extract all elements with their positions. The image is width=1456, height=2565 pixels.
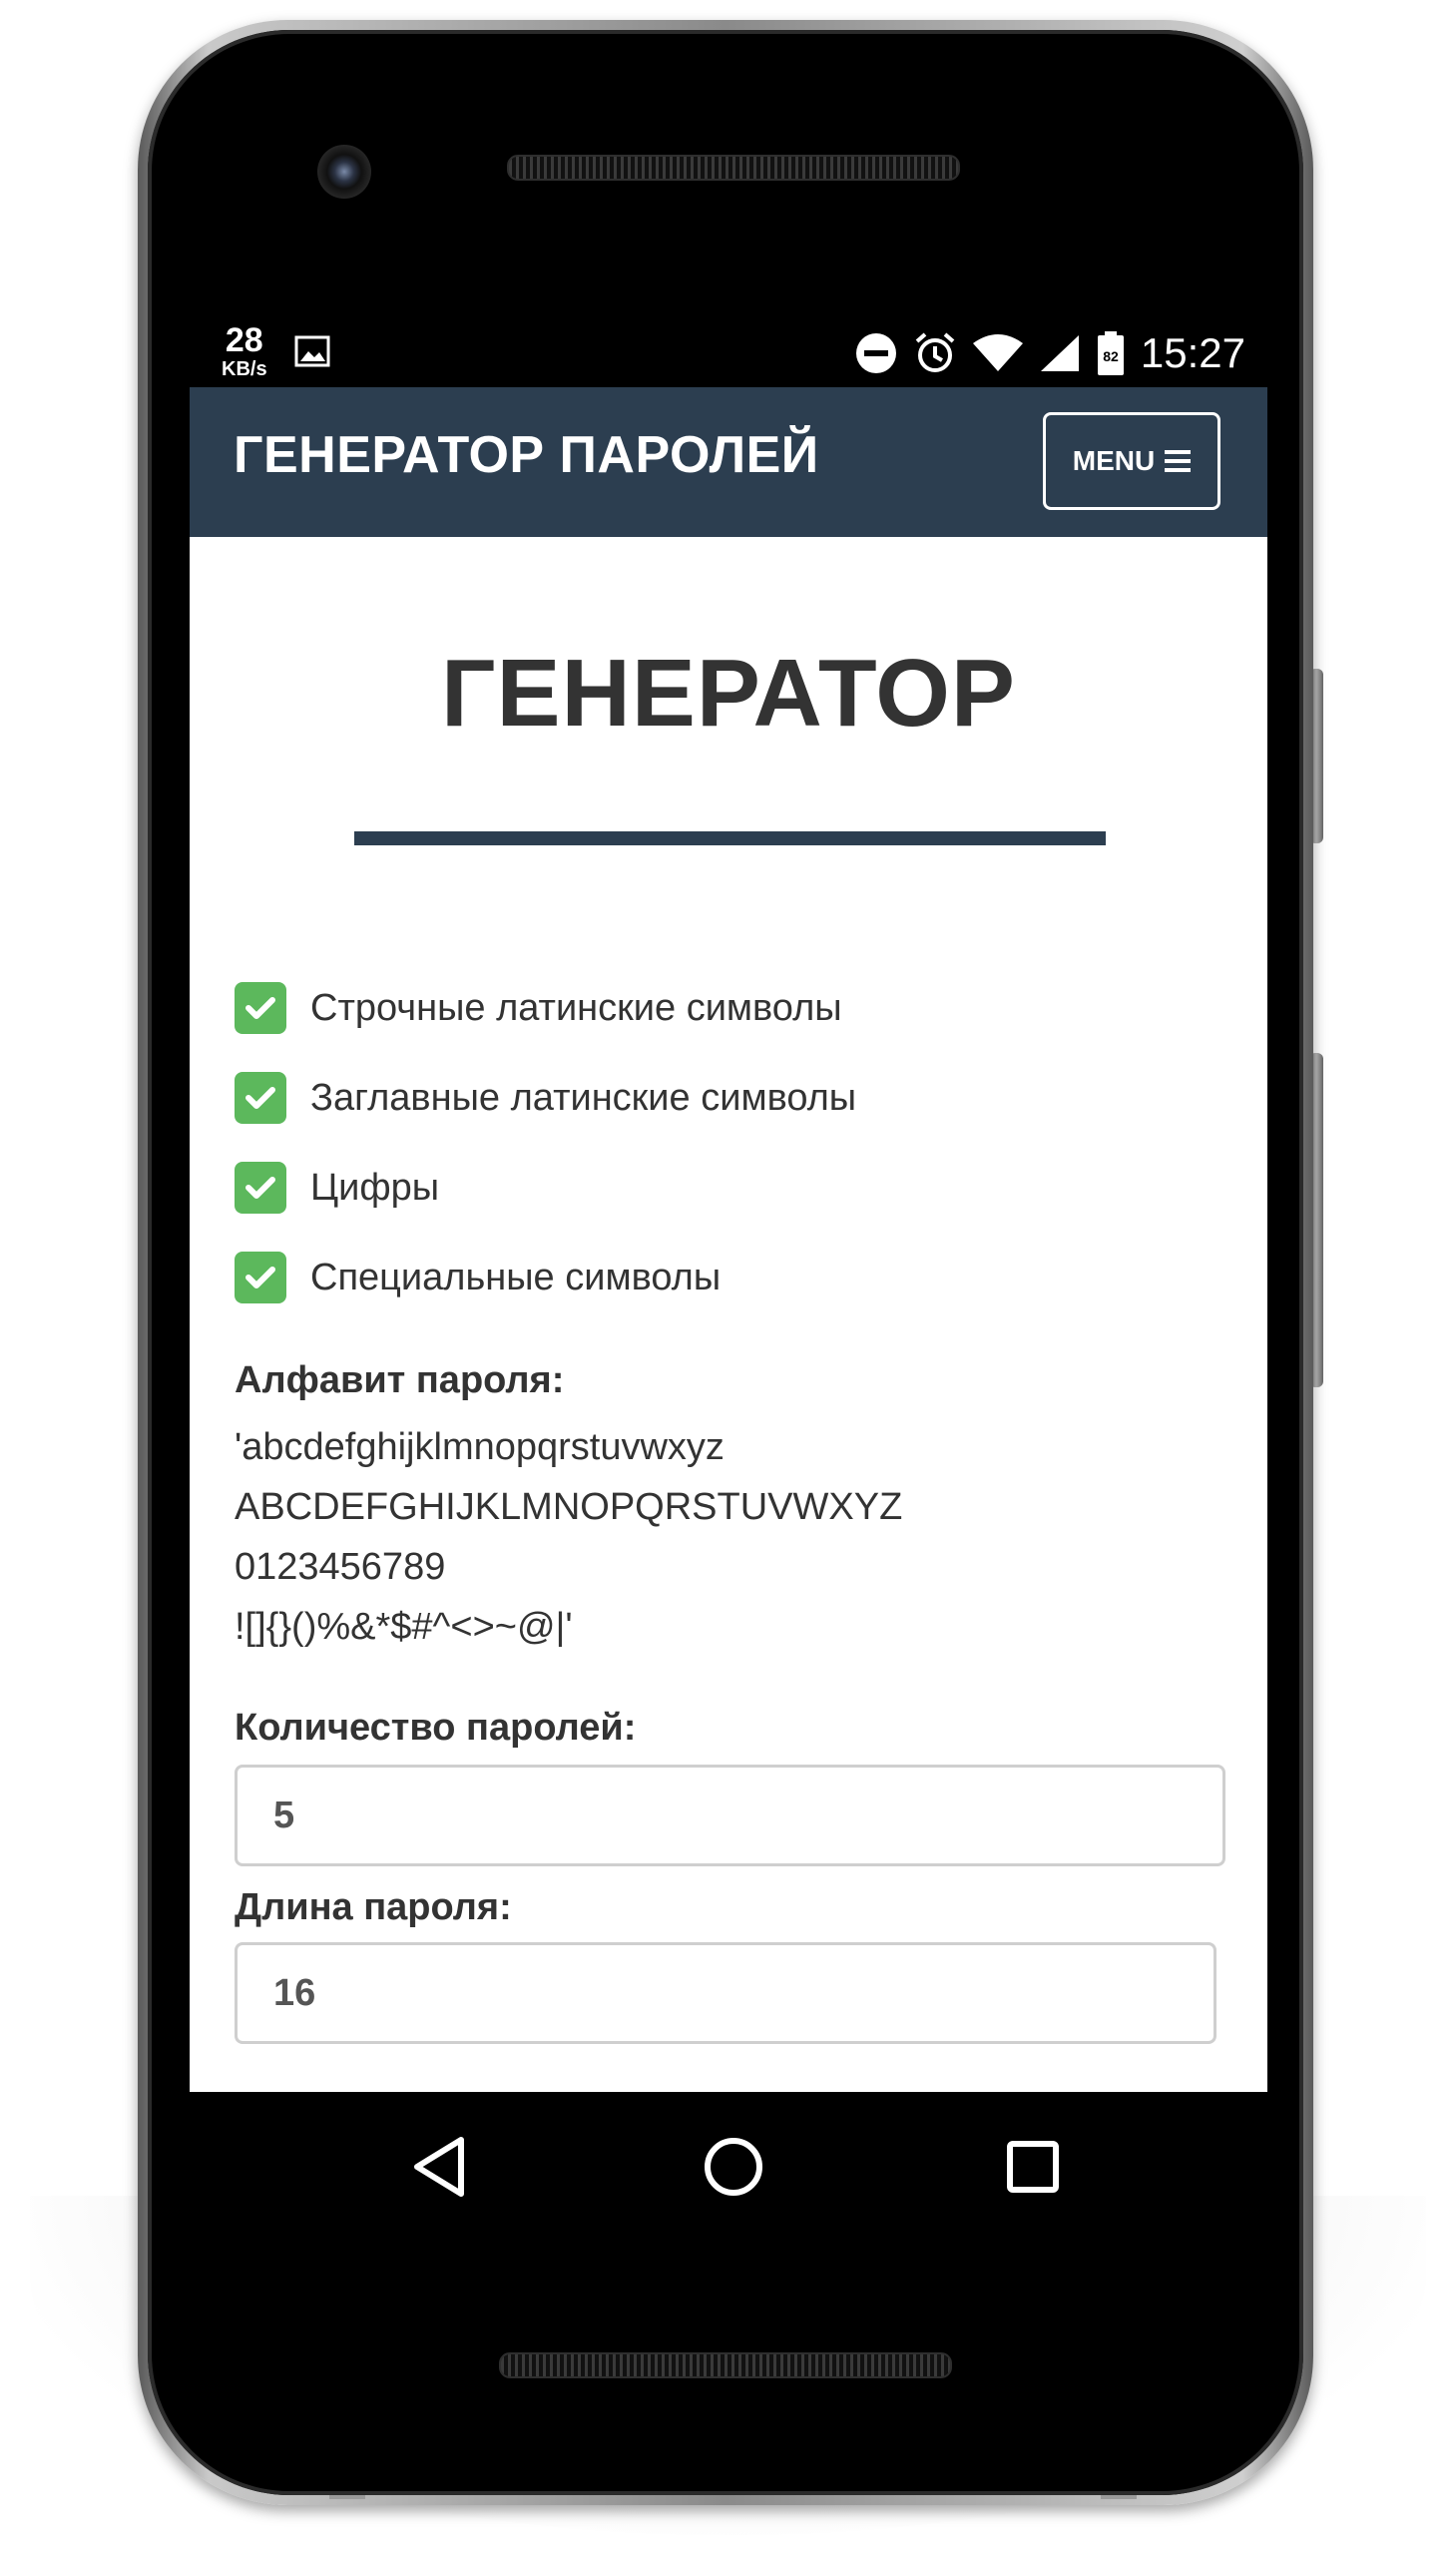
wifi-icon (972, 333, 1023, 373)
option-lowercase[interactable]: Строчные латинские символы (235, 963, 1232, 1053)
network-speed: 28 KB/s (222, 323, 267, 379)
alphabet-line: 'abcdefghijklmnopqrstuvwxyz (235, 1426, 725, 1468)
option-label: Заглавные латинские символы (310, 1076, 857, 1119)
earpiece-speaker (507, 155, 960, 181)
option-uppercase[interactable]: Заглавные латинские символы (235, 1053, 1232, 1143)
option-label: Цифры (310, 1166, 440, 1209)
alphabet-line: 0123456789 (235, 1546, 446, 1588)
length-value: 16 (273, 1971, 316, 2014)
option-special[interactable]: Специальные символы (235, 1233, 1232, 1322)
clock: 15:27 (1140, 329, 1245, 376)
length-input[interactable]: 16 (235, 1942, 1216, 2044)
menu-label: MENU (1072, 445, 1156, 476)
count-label: Количество паролей: (235, 1707, 637, 1749)
option-digits[interactable]: Цифры (235, 1143, 1232, 1233)
heading-divider (354, 831, 1106, 845)
count-input[interactable]: 5 (235, 1765, 1225, 1866)
bottom-speaker (499, 2352, 952, 2378)
checkbox-checked-icon[interactable] (235, 1252, 286, 1303)
dnd-icon (855, 332, 897, 374)
back-icon[interactable] (399, 2127, 479, 2207)
status-icons: 82 15:27 (855, 327, 1245, 379)
checkbox-checked-icon[interactable] (235, 1072, 286, 1124)
battery-level: 82 (1103, 348, 1119, 364)
page-heading: ГЕНЕРАТОР (441, 640, 1016, 747)
checkbox-checked-icon[interactable] (235, 982, 286, 1034)
app-title[interactable]: ГЕНЕРАТОР ПАРОЛЕЙ (234, 425, 819, 485)
alarm-icon (913, 331, 957, 375)
count-value: 5 (273, 1794, 295, 1836)
alphabet-line: ABCDEFGHIJKLMNOPQRSTUVWXYZ (235, 1486, 903, 1528)
option-label: Специальные символы (310, 1256, 722, 1298)
status-bar: 28 KB/s 82 15:27 (190, 319, 1267, 387)
length-label: Длина пароля: (235, 1886, 512, 1928)
network-speed-value: 28 (225, 321, 263, 359)
options-list: Строчные латинские символы Заглавные лат… (235, 963, 1232, 1322)
signal-icon (1039, 333, 1081, 373)
checkbox-checked-icon[interactable] (235, 1162, 286, 1214)
alphabet-line: ![]{}()%&*$#^<>~@|' (235, 1606, 573, 1648)
hamburger-icon (1165, 450, 1192, 472)
front-camera (317, 145, 371, 199)
network-speed-unit: KB/s (222, 358, 267, 380)
recents-icon[interactable] (993, 2127, 1073, 2207)
alphabet-label: Алфавит пароля: (235, 1359, 565, 1401)
option-label: Строчные латинские символы (310, 986, 842, 1029)
app-header: ГЕНЕРАТОР ПАРОЛЕЙ MENU (190, 387, 1267, 537)
battery-icon: 82 (1097, 331, 1125, 375)
nav-bar (190, 2092, 1267, 2242)
home-icon[interactable] (694, 2127, 773, 2207)
menu-button[interactable]: MENU (1043, 412, 1220, 510)
image-icon (294, 335, 330, 367)
alphabet-text: 'abcdefghijklmnopqrstuvwxyz ABCDEFGHIJKL… (235, 1417, 902, 1657)
